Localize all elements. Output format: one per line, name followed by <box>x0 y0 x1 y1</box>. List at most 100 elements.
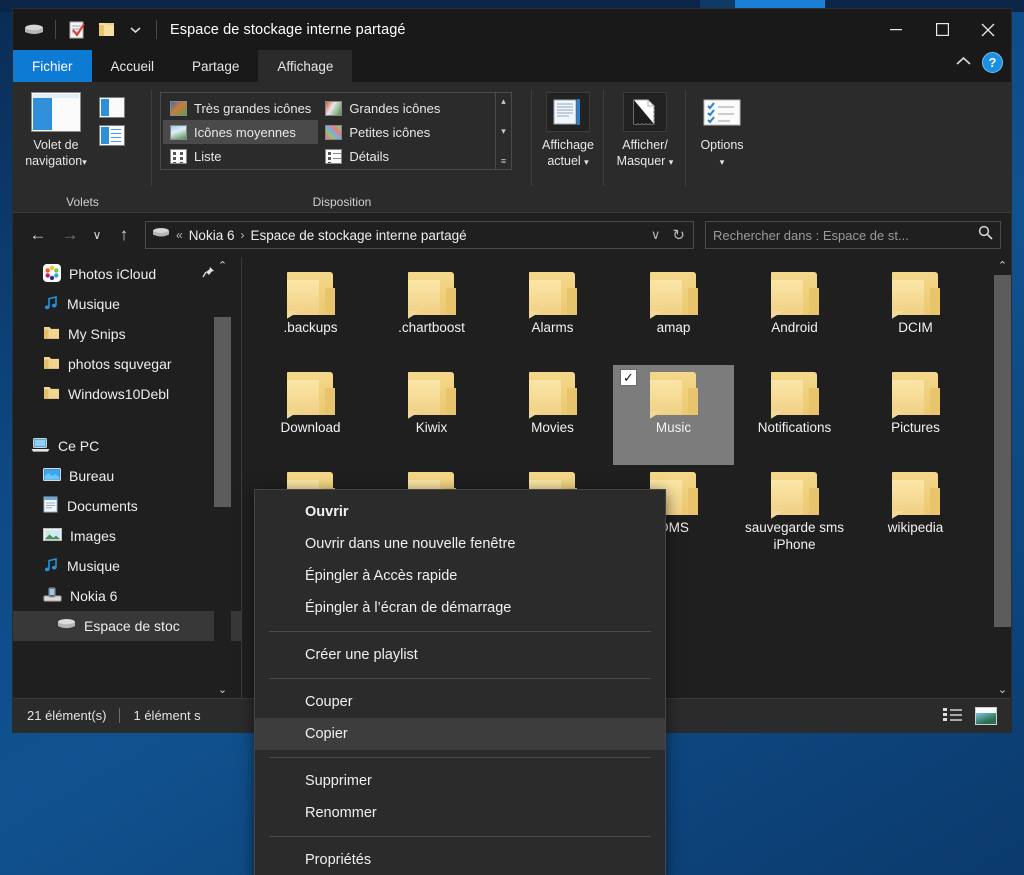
current-view-caret[interactable]: ▾ <box>584 157 589 167</box>
menu-item-epingler-ecran-demarrage[interactable]: Épingler à l’écran de démarrage <box>255 592 665 624</box>
search-icon[interactable] <box>978 225 993 245</box>
file-item-selected[interactable]: ✓ Music <box>613 365 734 465</box>
menu-item-ouvrir[interactable]: Ouvrir <box>255 496 665 528</box>
gallery-more-icon[interactable]: ≡ <box>501 156 506 166</box>
menu-item-proprietes[interactable]: Propriétés <box>255 844 665 875</box>
minimize-button[interactable] <box>873 9 919 50</box>
file-item[interactable]: .chartboost <box>371 265 492 365</box>
search-input[interactable]: Rechercher dans : Espace de st... <box>713 228 978 243</box>
chevron-down-icon[interactable] <box>124 20 146 40</box>
file-item[interactable]: Kiwix <box>371 365 492 465</box>
file-item[interactable]: amap <box>613 265 734 365</box>
file-item[interactable]: Movies <box>492 365 613 465</box>
back-button[interactable]: ← <box>23 220 53 250</box>
file-item[interactable]: DCIM <box>855 265 976 365</box>
view-option-liste[interactable]: Liste <box>163 144 318 168</box>
menu-item-supprimer[interactable]: Supprimer <box>255 765 665 797</box>
gallery-scroll-up-icon[interactable]: ▴ <box>501 96 506 107</box>
selection-checkbox[interactable]: ✓ <box>620 369 637 386</box>
preview-pane-icon[interactable] <box>99 97 125 118</box>
folder-icon <box>769 472 821 519</box>
show-hide-caret[interactable]: ▾ <box>669 157 674 167</box>
menu-item-creer-playlist[interactable]: Créer une playlist <box>255 639 665 671</box>
sidebar-item-espace-de-stockage[interactable]: Espace de stoc <box>13 611 241 641</box>
file-item[interactable]: sauvegarde sms iPhone <box>734 465 855 565</box>
collapse-ribbon-icon[interactable] <box>955 54 972 71</box>
nav-scroll-up-icon[interactable]: ⌃ <box>218 257 227 274</box>
up-button[interactable]: ↑ <box>109 220 139 250</box>
view-option-tres-grandes-icones[interactable]: Très grandes icônes <box>163 96 318 120</box>
layout-gallery-columns: Très grandes icônes Icônes moyennes List… <box>161 93 495 169</box>
details-view-icon[interactable] <box>942 706 964 725</box>
navigation-pane-scrollbar[interactable]: ⌃ ⌄ <box>214 257 231 698</box>
sidebar-item-images[interactable]: Images <box>13 521 241 551</box>
maximize-button[interactable] <box>919 9 965 50</box>
folder-icon <box>648 372 700 419</box>
file-item[interactable]: Download <box>250 365 371 465</box>
options-button[interactable]: Options ▾ <box>700 88 744 170</box>
navpane-caret[interactable]: ▾ <box>82 157 87 167</box>
sidebar-item-documents[interactable]: Documents <box>13 491 241 521</box>
new-folder-icon[interactable] <box>95 20 117 40</box>
breadcrumb-segment-device[interactable]: Nokia 6 <box>189 228 235 243</box>
nav-scroll-down-icon[interactable]: ⌄ <box>218 681 227 698</box>
forward-button[interactable]: → <box>55 220 85 250</box>
options-caret[interactable]: ▾ <box>720 157 725 167</box>
sidebar-item-my-snips[interactable]: My Snips <box>13 319 241 349</box>
menu-item-epingler-acces-rapide[interactable]: Épingler à Accès rapide <box>255 560 665 592</box>
navigation-list: Photos iCloud Musique My Snips photos sq… <box>13 257 241 641</box>
sidebar-item-bureau[interactable]: Bureau <box>13 461 241 491</box>
sidebar-item-photos-squvegar[interactable]: photos squvegar <box>13 349 241 379</box>
nav-scrollbar-thumb[interactable] <box>214 317 231 507</box>
current-view-button[interactable]: Affichage actuel ▾ <box>542 88 594 170</box>
sidebar-item-ce-pc[interactable]: Ce PC <box>13 431 241 461</box>
breadcrumb-segment-current[interactable]: Espace de stockage interne partagé <box>250 228 466 243</box>
navigation-pane-button[interactable]: Volet de navigation▾ <box>13 88 99 170</box>
properties-icon[interactable] <box>66 20 88 40</box>
gallery-scrollbar[interactable]: ▴ ▾ ≡ <box>495 93 511 169</box>
refresh-icon[interactable]: ↻ <box>672 226 685 244</box>
breadcrumb-separator[interactable]: › <box>240 228 244 242</box>
help-button[interactable]: ? <box>982 52 1003 73</box>
navigation-pane-icon <box>31 92 81 132</box>
file-item[interactable]: Android <box>734 265 855 365</box>
sidebar-item-musique-quick[interactable]: Musique <box>13 289 241 319</box>
sidebar-item-nokia-6[interactable]: Nokia 6 <box>13 581 241 611</box>
view-option-petites-icones[interactable]: Petites icônes <box>318 120 447 144</box>
tab-fichier[interactable]: Fichier <box>13 50 92 82</box>
file-scroll-up-icon[interactable]: ⌃ <box>994 257 1011 274</box>
close-button[interactable] <box>965 9 1011 50</box>
sidebar-item-photos-icloud[interactable]: Photos iCloud <box>13 259 241 289</box>
view-option-details[interactable]: Détails <box>318 144 447 168</box>
show-hide-button[interactable]: Afficher/ Masquer ▾ <box>617 88 674 170</box>
recent-locations-button[interactable]: ∨ <box>87 220 107 250</box>
search-box[interactable]: Rechercher dans : Espace de st... <box>705 221 1001 249</box>
sidebar-item-windows10debl[interactable]: Windows10Debl <box>13 379 241 409</box>
file-list-scrollbar[interactable]: ⌃ ⌄ <box>994 257 1011 698</box>
file-scroll-down-icon[interactable]: ⌄ <box>994 681 1011 698</box>
file-item[interactable]: Notifications <box>734 365 855 465</box>
file-scrollbar-thumb[interactable] <box>994 275 1011 627</box>
tab-partage[interactable]: Partage <box>173 50 258 82</box>
file-item[interactable]: Pictures <box>855 365 976 465</box>
gallery-scroll-down-icon[interactable]: ▾ <box>501 126 506 137</box>
file-item[interactable]: wikipedia <box>855 465 976 565</box>
breadcrumb-overflow[interactable]: « <box>176 228 183 242</box>
menu-item-copier[interactable]: Copier <box>255 718 665 750</box>
large-icons-icon[interactable] <box>975 706 997 725</box>
view-option-icones-moyennes[interactable]: Icônes moyennes <box>163 120 319 144</box>
menu-item-renommer[interactable]: Renommer <box>255 797 665 829</box>
view-option-grandes-icones[interactable]: Grandes icônes <box>318 96 447 120</box>
file-item[interactable]: .backups <box>250 265 371 365</box>
menu-item-ouvrir-nouvelle-fenetre[interactable]: Ouvrir dans une nouvelle fenêtre <box>255 528 665 560</box>
menu-item-couper[interactable]: Couper <box>255 686 665 718</box>
sidebar-item-label: Photos iCloud <box>69 266 157 282</box>
tab-affichage[interactable]: Affichage <box>258 50 353 82</box>
sidebar-item-musique[interactable]: Musique <box>13 551 241 581</box>
details-pane-icon[interactable] <box>99 125 125 146</box>
address-bar[interactable]: « Nokia 6 › Espace de stockage interne p… <box>145 221 694 249</box>
tab-accueil[interactable]: Accueil <box>92 50 174 82</box>
address-dropdown-icon[interactable]: ∨ <box>651 227 661 243</box>
drive-icon[interactable] <box>23 20 45 40</box>
file-item[interactable]: Alarms <box>492 265 613 365</box>
